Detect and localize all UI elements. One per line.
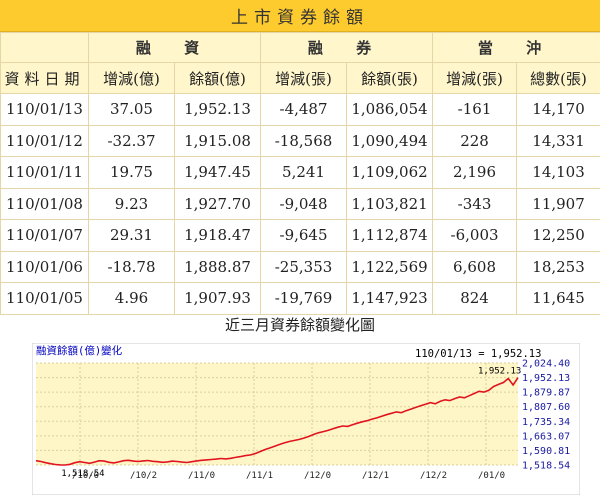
date-cell: 110/01/12 xyxy=(0,124,89,157)
value-cell: 1,907.93 xyxy=(173,282,262,315)
x-tick-label: /01/0 xyxy=(478,471,505,481)
col-header: 餘額(張) xyxy=(346,62,434,94)
group-header-row: 融 資 融 券 當 沖 xyxy=(0,32,600,63)
y-tick-label: 1,952.13 xyxy=(522,373,570,384)
value-cell: 37.05 xyxy=(88,93,175,126)
value-cell: 1,947.45 xyxy=(173,156,262,189)
value-cell: -32.37 xyxy=(88,124,175,157)
y-tick-label: 1,518.54 xyxy=(522,461,570,472)
value-cell: 4.96 xyxy=(88,282,175,315)
table-row: 110/01/12 -32.37 1,915.08 -18,568 1,090,494 2… xyxy=(0,124,600,157)
value-cell: -9,645 xyxy=(260,219,348,252)
value-cell: 19.75 xyxy=(88,156,175,189)
chart-title: 近三月資券餘額變化圖 xyxy=(224,316,375,334)
value-cell: 824 xyxy=(432,282,518,315)
value-cell: -9,048 xyxy=(260,187,348,220)
value-cell: -18,568 xyxy=(260,124,348,157)
value-cell: 1,147,923 xyxy=(346,282,434,315)
y-tick-label: 1,590.81 xyxy=(522,446,570,457)
value-cell: 18,253 xyxy=(516,250,600,283)
date-cell: 110/01/05 xyxy=(0,282,89,315)
value-cell: 29.31 xyxy=(88,219,175,252)
y-tick-label: 2,024.40 xyxy=(522,359,570,370)
x-tick-label: /11/1 xyxy=(246,471,273,481)
page-title: 上市資券餘額 xyxy=(0,0,600,32)
value-cell: 5,241 xyxy=(260,156,348,189)
y-tick-label: 1,735.34 xyxy=(522,417,570,428)
value-cell: 1,090,494 xyxy=(346,124,434,157)
col-header: 餘額(億) xyxy=(173,62,262,94)
x-tick-label: /12/2 xyxy=(420,471,447,481)
table-row: 110/01/07 29.31 1,918.47 -9,645 1,112,874 -6,… xyxy=(0,219,600,252)
value-cell: 1,918.47 xyxy=(173,219,262,252)
min-value-label: 1,518.54 xyxy=(61,469,104,479)
date-header: 資料日期 xyxy=(0,62,89,94)
value-cell: 1,109,062 xyxy=(346,156,434,189)
value-cell: 2,196 xyxy=(432,156,518,189)
value-cell: 11,907 xyxy=(516,187,600,220)
series-title: 融資餘額(億)變化 xyxy=(36,344,123,357)
value-cell: 14,331 xyxy=(516,124,600,157)
date-cell: 110/01/06 xyxy=(0,250,89,283)
value-cell: -19,769 xyxy=(260,282,348,315)
value-cell: 6,608 xyxy=(432,250,518,283)
value-cell: 14,103 xyxy=(516,156,600,189)
value-cell: -18.78 xyxy=(88,250,175,283)
value-cell: -6,003 xyxy=(432,219,518,252)
value-cell: 1,927.70 xyxy=(173,187,262,220)
col-header: 增減(張) xyxy=(432,62,518,94)
col-header: 增減(張) xyxy=(260,62,348,94)
x-tick-label: /11/0 xyxy=(188,471,215,481)
date-cell: 110/01/13 xyxy=(0,93,89,126)
value-cell: -25,353 xyxy=(260,250,348,283)
date-cell: 110/01/08 xyxy=(0,187,89,220)
table-row: 110/01/13 37.05 1,952.13 -4,487 1,086,054 -16… xyxy=(0,93,600,126)
value-cell: 1,103,821 xyxy=(346,187,434,220)
margin-balance-chart: 融資餘額(億)變化 110/01/13 = 1,952.13 2,024.40 1… xyxy=(32,343,580,495)
value-cell: -161 xyxy=(432,93,518,126)
value-cell: 228 xyxy=(432,124,518,157)
table-row: 110/01/06 -18.78 1,888.87 -25,353 1,122,569 6… xyxy=(0,250,600,283)
value-cell: 1,915.08 xyxy=(173,124,262,157)
value-cell: -343 xyxy=(432,187,518,220)
value-cell: 1,086,054 xyxy=(346,93,434,126)
max-value-label: 1,952.13 xyxy=(478,367,521,377)
plot-area xyxy=(36,363,518,465)
col-header: 增減(億) xyxy=(88,62,175,94)
y-tick-label: 1,807.60 xyxy=(522,402,570,413)
value-cell: 14,170 xyxy=(516,93,600,126)
empty-corner xyxy=(0,32,89,63)
column-header-row: 資料日期 增減(億) 餘額(億) 增減(張) 餘額(張) 增減(張) 總數(張) xyxy=(0,62,600,94)
margin-table: 融 資 融 券 當 沖 資料日期 增減(億) 餘額(億) 增減(張) 餘額(張)… xyxy=(0,32,600,315)
group-day-trade: 當 沖 xyxy=(432,32,600,63)
table-row: 110/01/05 4.96 1,907.93 -19,769 1,147,923 824… xyxy=(0,282,600,315)
y-tick-label: 1,879.87 xyxy=(522,388,570,399)
table-row: 110/01/11 19.75 1,947.45 5,241 1,109,062 2,19… xyxy=(0,156,600,189)
date-cell: 110/01/11 xyxy=(0,156,89,189)
value-cell: -4,487 xyxy=(260,93,348,126)
chart-svg: 融資餘額(億)變化 110/01/13 = 1,952.13 2,024.401… xyxy=(32,343,580,495)
value-cell: 11,645 xyxy=(516,282,600,315)
value-cell: 12,250 xyxy=(516,219,600,252)
value-cell: 9.23 xyxy=(88,187,175,220)
x-tick-label: /12/0 xyxy=(304,471,331,481)
x-tick-label: /10/2 xyxy=(130,471,157,481)
date-cell: 110/01/07 xyxy=(0,219,89,252)
group-margin-buy: 融 資 xyxy=(87,32,262,63)
y-tick-label: 1,663.07 xyxy=(522,431,570,442)
value-cell: 1,122,569 xyxy=(346,250,434,283)
group-short-sell: 融 券 xyxy=(260,32,434,63)
table-row: 110/01/08 9.23 1,927.70 -9,048 1,103,821 -343… xyxy=(0,187,600,220)
value-cell: 1,952.13 xyxy=(173,93,262,126)
x-tick-label: /12/1 xyxy=(362,471,389,481)
value-cell: 1,112,874 xyxy=(346,219,434,252)
value-cell: 1,888.87 xyxy=(173,250,262,283)
col-header: 總數(張) xyxy=(516,62,600,94)
